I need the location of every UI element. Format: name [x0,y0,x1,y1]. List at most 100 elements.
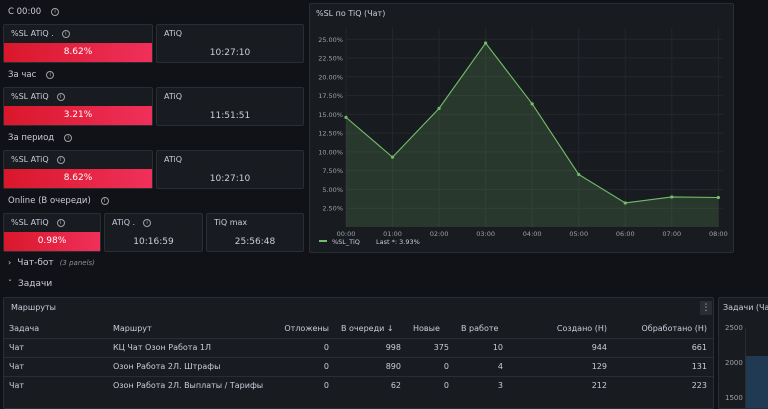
data-point [344,115,348,119]
legend-series-name: %SL_TiQ [332,238,360,246]
table-row[interactable]: Чат Озон Работа 2Л. Штрафы 0 890 0 4 129… [3,356,713,376]
tasks-title: Задачи (Чат [723,303,768,312]
x-tick-label: 03:00 [476,230,495,238]
info-icon[interactable]: i [64,134,73,142]
data-point [530,102,534,106]
row-chatbot[interactable]: › Чат-бот (3 panels) [8,258,95,268]
y-tick-label: 12.50% [318,130,343,138]
info-icon[interactable]: i [143,218,152,227]
tasks-axis [745,328,746,408]
tasks-area-fill [745,356,768,408]
data-point [577,172,581,177]
stat-value: 10:27:10 [209,48,251,58]
y-tick-label: 20.00% [318,73,343,81]
row-tasks-label: Задачи [18,279,53,289]
stat-value: 3.21% [4,106,152,125]
stat-value: 8.62% [4,169,152,188]
section-title-since-midnight: С 00:00 i [8,7,60,17]
y-tick-label: 1500 [725,394,743,402]
y-tick-label: 10.00% [318,148,343,156]
stat-panel-sl-s00[interactable]: %SL ATiQ . i 8.62% [3,24,153,63]
y-tick-label: 22.50% [318,55,343,63]
x-tick-label: 01:00 [383,230,402,238]
stat-panel-atiq-hour[interactable]: ATiQ 11:51:51 [156,87,304,126]
stat-label: ATiQ [164,29,183,38]
chart-panel-sl-tiq[interactable]: %SL по TiQ (Чат) 2.50% 5.00% 7.50% 10.00% 12… [309,3,734,253]
routes-title: Маршруты [11,303,56,312]
stat-panel-atiq-s00[interactable]: ATiQ 10:27:10 [156,24,304,63]
stat-value: 8.62% [4,43,152,62]
stat-label: ATiQ [164,155,183,164]
chevron-down-icon: ˇ [8,279,12,288]
y-tick-label: 7.50% [322,167,343,175]
x-tick-label: 08:00 [709,230,728,238]
stat-panel-atiq-online[interactable]: ATiQ . i 10:16:59 [104,213,203,252]
info-icon[interactable]: i [100,197,109,205]
section-title-hour: За час i [8,70,55,80]
data-point [437,106,441,110]
tasks-panel[interactable]: Задачи (Чат 2500 2000 1500 [718,297,768,409]
data-point [670,195,674,199]
col-header-processed[interactable]: Обработано (Н) [613,320,713,338]
x-tick-label: 07:00 [662,230,681,238]
col-header-in-work[interactable]: В работе [455,320,509,338]
stat-label: ATiQ [164,92,183,101]
stat-panel-atiq-period[interactable]: ATiQ 10:27:10 [156,150,304,189]
stat-value: 0.98% [4,232,100,251]
stat-value: 11:51:51 [209,111,251,121]
x-tick-label: 00:00 [337,230,356,238]
y-tick-label: 25.00% [318,36,343,44]
row-chatbot-label: Чат-бот [17,258,54,268]
col-header-task[interactable]: Задача [3,320,107,338]
sl-tiq-chart: 2.50% 5.00% 7.50% 10.00% 12.50% 15.00% 17.50% 2… [318,28,728,246]
stat-value: 10:27:10 [209,174,251,184]
stat-label: ATiQ . [112,218,136,227]
col-header-in-queue[interactable]: В очереди ↓ [335,320,407,338]
col-header-new[interactable]: Новые [407,320,455,338]
y-tick-label: 15.00% [318,111,343,119]
x-tick-label: 04:00 [523,230,542,238]
data-point [484,41,488,45]
chevron-right-icon: › [8,258,12,267]
section-title-online: Online (В очереди) i [8,196,109,206]
stat-panel-tiqmax-online[interactable]: TiQ max 25:56:48 [206,213,304,252]
y-tick-label: 2500 [725,324,743,332]
stat-label: %SL ATiQ [11,155,49,164]
panel-menu-icon[interactable]: ⋮ [700,301,712,315]
y-tick-label: 2000 [725,359,743,367]
data-point [390,155,395,159]
x-tick-label: 02:00 [430,230,449,238]
y-tick-label: 17.50% [318,92,343,100]
y-tick-label: 2.50% [322,205,343,213]
section-title-period: За период i [8,133,73,143]
stat-label: TiQ max [214,218,248,227]
x-tick-label: 06:00 [616,230,635,238]
stat-panel-sl-online[interactable]: %SL ATiQ i 0.98% [3,213,101,252]
stat-panel-sl-period[interactable]: %SL ATiQ i 8.62% [3,150,153,189]
legend-swatch [319,240,327,242]
data-point [623,201,627,205]
col-header-deferred[interactable]: Отложены [277,320,335,338]
col-header-route[interactable]: Маршрут [107,320,277,338]
routes-table: Задача Маршрут Отложены В очереди ↓ Новы… [3,320,713,395]
col-header-created[interactable]: Создано (Н) [509,320,613,338]
info-icon[interactable]: i [56,92,65,101]
stat-value: 10:16:59 [133,237,174,247]
info-icon[interactable]: i [51,8,60,16]
info-icon[interactable]: i [61,29,70,38]
legend-last-value: Last *: 3.93% [376,238,420,246]
stat-panel-sl-hour[interactable]: %SL ATiQ i 3.21% [3,87,153,126]
stat-label: %SL ATiQ [11,218,49,227]
data-point [716,195,720,200]
stat-label: %SL ATiQ [11,92,49,101]
row-tasks[interactable]: ˇ Задачи [8,279,52,289]
y-tick-label: 5.00% [322,186,343,194]
table-row[interactable]: Чат Озон Работа 2Л. Выплаты / Тарифы 0 6… [3,375,713,395]
stat-label: %SL ATiQ . [11,29,54,38]
info-icon[interactable]: i [56,155,65,164]
x-tick-label: 05:00 [569,230,588,238]
info-icon[interactable]: i [46,71,55,79]
stat-value: 25:56:48 [234,237,276,247]
table-row[interactable]: Чат КЦ Чат Озон Работа 1Л 0 998 375 10 9… [3,337,713,357]
info-icon[interactable]: i [56,218,65,227]
